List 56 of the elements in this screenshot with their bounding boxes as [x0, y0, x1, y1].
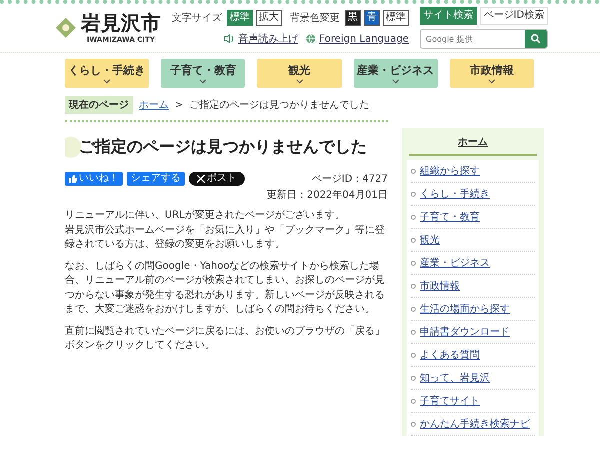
x-button[interactable]: ポスト: [189, 172, 245, 186]
page-id: ページID：4727: [312, 173, 388, 186]
nav-tab[interactable]: くらし・手続き: [65, 59, 150, 88]
share-button[interactable]: シェアする: [127, 172, 185, 186]
chevron-down-icon: [103, 79, 112, 84]
background-color-button[interactable]: 黒: [345, 10, 361, 26]
sidebar-link[interactable]: 生活の場面から探す: [411, 298, 535, 321]
header-link[interactable]: 音声読み上げ: [224, 32, 298, 46]
body-paragraph: 岩見沢市公式ホームページを「お気に入り」や「ブックマーク」等に登録されている方は、登録の変更をお願いします。: [65, 224, 386, 252]
body-paragraph: 直前に閲覧されていたページに戻るには、お使いのブラウザの「戻る」ボタンをクリックしてください。: [65, 324, 386, 353]
chevron-down-icon: [392, 79, 400, 84]
x-logo-icon: [197, 175, 205, 183]
text-size-button[interactable]: 拡大: [256, 10, 282, 26]
sidebar-link[interactable]: 子育てサイト: [411, 390, 535, 413]
body-paragraph: リニューアルに伴い、URLが変更されたページがございます。: [65, 209, 346, 223]
sidebar-link[interactable]: 子育て・教育: [411, 206, 535, 229]
nav-tab[interactable]: 観光: [257, 59, 342, 88]
body-paragraph: なお、しばらくの間Google・Yahooなどの検索サイトから検索した場合、リニューアル前のページが検索されてしまい、お探しのページが見つからない事象が発生する恐れがあります。新しいページが反映されるまで、大変ご迷惑をおかけしますが、しばらくの間お待ちください。: [65, 260, 386, 317]
breadcrumb-label: 現在のページ: [65, 96, 133, 114]
like-button[interactable]: いいね！: [65, 172, 123, 186]
chevron-down-icon: [296, 79, 304, 84]
thumbs-up-icon: [69, 175, 77, 183]
text-size-label: 文字サイズ: [172, 12, 222, 25]
header-link[interactable]: Foreign Language: [306, 34, 409, 44]
sidebar-heading-link[interactable]: ホーム: [409, 133, 537, 156]
sidebar-link[interactable]: 産業・ビジネス: [411, 252, 535, 275]
globe-icon: [306, 34, 316, 44]
background-color-button[interactable]: 標準: [383, 10, 409, 26]
chevron-down-icon: [488, 79, 496, 84]
search-field[interactable]: Google 提供: [420, 29, 548, 49]
search-button[interactable]: [525, 30, 547, 48]
search-tab[interactable]: サイト検索: [420, 7, 478, 25]
speaker-icon: [224, 34, 236, 44]
sidebar-link[interactable]: 知って、岩見沢: [411, 367, 535, 390]
search-tab[interactable]: ページID検索: [480, 7, 548, 25]
logo-icon: [56, 18, 76, 38]
sidebar-link[interactable]: よくある質問: [411, 344, 535, 367]
sidebar-link[interactable]: 組織から探す: [411, 160, 535, 183]
chevron-down-icon: [199, 79, 208, 84]
search-icon: [531, 34, 541, 44]
sidebar-link[interactable]: くらし・手続き: [411, 183, 535, 206]
breadcrumb-separator: >: [175, 100, 184, 110]
breadcrumb-current: ご指定のページは見つかりませんでした: [189, 98, 370, 112]
sidebar-link[interactable]: 申請書ダウンロード: [411, 321, 535, 344]
nav-tab[interactable]: 市政情報: [450, 59, 534, 88]
background-color-label: 背景色変更: [290, 12, 340, 25]
breadcrumb-link[interactable]: ホーム: [139, 98, 169, 112]
sidebar-link[interactable]: 市政情報: [411, 275, 535, 298]
nav-tab[interactable]: 子育て・教育: [161, 59, 246, 88]
sidebar-link[interactable]: 観光: [411, 229, 535, 252]
background-color-button[interactable]: 青: [364, 10, 380, 26]
site-name[interactable]: 岩見沢市: [81, 12, 161, 32]
sidebar-link[interactable]: かんたん手続き検索ナビ: [411, 413, 535, 436]
text-size-button[interactable]: 標準: [227, 10, 253, 26]
nav-tab[interactable]: 産業・ビジネス: [354, 59, 438, 88]
updated-date: 更新日：2022年04月01日: [267, 188, 388, 202]
